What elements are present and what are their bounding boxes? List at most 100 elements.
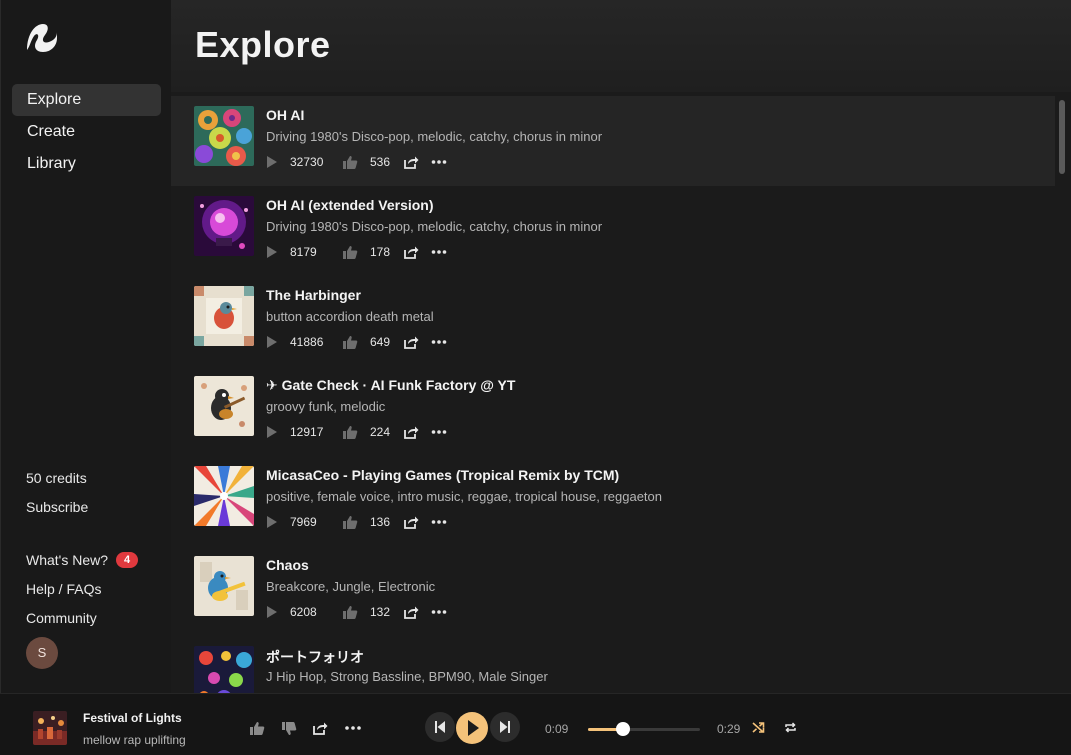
song-title[interactable]: MicasaCeo - Playing Games (Tropical Remi…	[266, 467, 619, 483]
song-cover-art[interactable]	[194, 466, 254, 526]
nav-explore[interactable]: Explore	[12, 84, 161, 116]
more-options-icon[interactable]	[431, 515, 447, 529]
song-row[interactable]: Chaos Breakcore, Jungle, Electronic 6208 13…	[171, 546, 1055, 636]
avatar[interactable]: S	[26, 637, 58, 669]
more-options-icon[interactable]	[431, 245, 447, 259]
community-link[interactable]: Community	[26, 610, 97, 626]
play-icon[interactable]	[266, 515, 278, 529]
song-cover-art[interactable]	[194, 646, 254, 693]
wave-logo-icon[interactable]	[25, 20, 59, 54]
play-pause-button[interactable]	[456, 712, 488, 744]
page-title: Explore	[195, 24, 331, 65]
share-icon[interactable]	[404, 515, 419, 529]
more-options-icon[interactable]	[431, 425, 447, 439]
thumbs-up-icon[interactable]	[342, 515, 358, 530]
song-stats: 12917 224	[266, 424, 447, 440]
like-count: 649	[370, 335, 391, 349]
whats-new-link[interactable]: What's New? 4	[26, 552, 139, 568]
like-count: 224	[370, 425, 391, 439]
thumbs-up-icon[interactable]	[342, 335, 358, 350]
bird-guitar-yellow-art	[194, 556, 254, 616]
whats-new-label: What's New?	[26, 552, 109, 568]
play-count: 7969	[290, 515, 317, 529]
song-cover-art[interactable]	[194, 106, 254, 166]
song-row[interactable]: OH AI Driving 1980's Disco-pop, melodic, …	[171, 96, 1055, 186]
now-playing-title[interactable]: Festival of Lights	[83, 711, 182, 725]
song-title[interactable]: OH AI	[266, 107, 304, 123]
total-time: 0:29	[717, 722, 741, 736]
like-count: 132	[370, 605, 391, 619]
song-tags: J Hip Hop, Strong Bassline, BPM90, Male …	[266, 669, 548, 684]
help-faqs-link[interactable]: Help / FAQs	[26, 581, 101, 597]
share-icon[interactable]	[404, 155, 419, 169]
play-icon[interactable]	[266, 425, 278, 439]
shuffle-icon[interactable]	[752, 721, 765, 734]
song-cover-art[interactable]	[194, 556, 254, 616]
play-icon[interactable]	[266, 245, 278, 259]
thumbs-up-icon[interactable]	[342, 245, 358, 260]
more-options-icon[interactable]	[431, 605, 447, 619]
notification-badge: 4	[116, 552, 139, 568]
song-cover-art[interactable]	[194, 286, 254, 346]
previous-button[interactable]	[425, 712, 455, 742]
song-row[interactable]: MicasaCeo - Playing Games (Tropical Remi…	[171, 456, 1055, 546]
song-tags: groovy funk, melodic	[266, 399, 386, 414]
share-icon[interactable]	[404, 425, 419, 439]
song-list[interactable]: OH AI Driving 1980's Disco-pop, melodic, …	[171, 96, 1055, 693]
thumbs-up-icon[interactable]	[342, 425, 358, 440]
now-playing-art[interactable]	[33, 711, 67, 745]
progress-knob[interactable]	[615, 722, 630, 736]
next-button[interactable]	[490, 712, 520, 742]
song-title[interactable]: OH AI (extended Version)	[266, 197, 434, 213]
more-options-icon[interactable]	[431, 155, 447, 169]
song-cover-art[interactable]	[194, 376, 254, 436]
song-title[interactable]: Chaos	[266, 557, 309, 573]
share-icon[interactable]	[313, 721, 328, 735]
thumbs-down-icon[interactable]	[281, 721, 297, 736]
play-count: 8179	[290, 245, 317, 259]
song-title[interactable]: The Harbinger	[266, 287, 361, 303]
song-row[interactable]: The Harbinger button accordion death meta…	[171, 276, 1055, 366]
subscribe-link[interactable]: Subscribe	[26, 499, 88, 515]
song-tags: Driving 1980's Disco-pop, melodic, catch…	[266, 129, 603, 144]
share-icon[interactable]	[404, 335, 419, 349]
thumbs-up-icon[interactable]	[249, 721, 265, 736]
credits-count: 50 credits	[26, 470, 87, 486]
sidebar-nav: Explore Create Library	[12, 84, 161, 180]
progress-slider[interactable]	[588, 722, 700, 736]
song-cover-art[interactable]	[194, 196, 254, 256]
song-row[interactable]: ✈ Gate Check · AI Funk Factory @ YT groov…	[171, 366, 1055, 456]
like-count: 536	[370, 155, 391, 169]
play-icon[interactable]	[266, 155, 278, 169]
more-options-icon[interactable]	[431, 335, 447, 349]
song-stats: 6208 132	[266, 604, 447, 620]
song-title[interactable]: ✈ Gate Check · AI Funk Factory @ YT	[266, 377, 515, 394]
play-icon[interactable]	[266, 335, 278, 349]
nav-create[interactable]: Create	[12, 116, 161, 148]
song-stats: 7969 136	[266, 514, 447, 530]
song-row[interactable]: OH AI (extended Version) Driving 1980's D…	[171, 186, 1055, 276]
song-title[interactable]: ポートフォリオ	[266, 647, 364, 667]
play-icon[interactable]	[266, 605, 278, 619]
play-count: 32730	[290, 155, 324, 169]
dots-art	[194, 646, 254, 693]
song-stats: 8179 178	[266, 244, 447, 260]
thumbs-up-icon[interactable]	[342, 155, 358, 170]
song-row[interactable]: ポートフォリオ J Hip Hop, Strong Bassline, BPM90…	[171, 636, 1055, 693]
disco-ball-art	[194, 196, 254, 256]
main-content: Explore OH AI Driving 1980's Disco-pop, m…	[171, 0, 1071, 693]
share-icon[interactable]	[404, 605, 419, 619]
nav-library[interactable]: Library	[12, 148, 161, 180]
song-tags: Driving 1980's Disco-pop, melodic, catch…	[266, 219, 603, 234]
play-count: 12917	[290, 425, 324, 439]
song-tags: button accordion death metal	[266, 309, 434, 324]
page-header: Explore	[171, 0, 1071, 92]
scrollbar-thumb[interactable]	[1059, 100, 1065, 174]
scrollbar[interactable]	[1055, 96, 1071, 693]
thumbs-up-icon[interactable]	[342, 605, 358, 620]
skip-forward-icon	[500, 721, 510, 733]
play-icon	[468, 720, 479, 736]
more-options-icon[interactable]	[345, 726, 361, 730]
repeat-icon[interactable]	[784, 721, 797, 734]
share-icon[interactable]	[404, 245, 419, 259]
